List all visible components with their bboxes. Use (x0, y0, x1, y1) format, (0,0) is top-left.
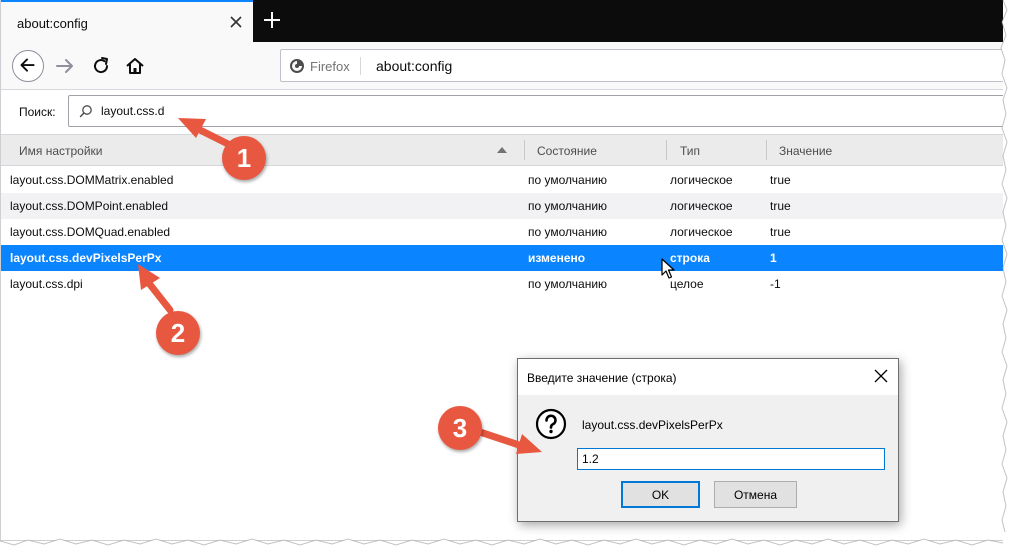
url-bar[interactable]: Firefox about:config (280, 49, 1003, 82)
question-icon (535, 408, 567, 440)
search-row: Поиск: layout.css.d (1, 90, 1003, 134)
column-header-name[interactable]: Имя настройки (19, 144, 103, 158)
pref-status: по умолчанию (528, 173, 608, 187)
dialog-title: Введите значение (строка) (527, 371, 677, 385)
callout-badge-2: 2 (156, 311, 200, 355)
pref-name: layout.css.DOMQuad.enabled (10, 225, 171, 239)
table-row[interactable]: layout.css.DOMPoint.enabled по умолчанию… (1, 193, 1003, 219)
back-arrow-icon (20, 58, 35, 72)
table-row[interactable]: layout.css.dpi по умолчанию целое -1 (1, 271, 1003, 297)
column-header-status[interactable]: Состояние (537, 144, 597, 158)
column-header-type[interactable]: Тип (680, 144, 700, 158)
torn-edge-bottom (0, 538, 1012, 559)
callout-badge-3: 3 (438, 406, 482, 450)
value-input[interactable] (577, 448, 885, 470)
column-divider[interactable] (766, 140, 767, 160)
table-header: Имя настройки Состояние Тип Значение (1, 134, 1003, 166)
close-icon[interactable] (872, 367, 890, 385)
pref-value: true (770, 199, 791, 213)
reload-icon[interactable] (89, 54, 113, 78)
pref-type: логическое (670, 225, 733, 239)
identity-label: Firefox (310, 58, 350, 74)
home-icon[interactable] (123, 54, 147, 78)
forward-arrow-icon[interactable] (53, 54, 77, 78)
back-button[interactable] (12, 50, 44, 82)
close-icon[interactable] (227, 13, 245, 31)
column-header-value[interactable]: Значение (779, 144, 832, 158)
pref-value: -1 (770, 277, 781, 291)
pref-name: layout.css.dpi (10, 277, 83, 291)
tab-about-config[interactable]: about:config (1, 0, 253, 42)
pref-type: логическое (670, 199, 733, 213)
table-row[interactable]: layout.css.DOMMatrix.enabled по умолчани… (1, 167, 1003, 193)
column-divider[interactable] (666, 140, 667, 160)
pref-value: true (770, 173, 791, 187)
pref-status: по умолчанию (528, 199, 608, 213)
sort-ascending-icon (497, 147, 507, 153)
pref-type: логическое (670, 173, 733, 187)
nav-bar: Firefox about:config (1, 42, 1003, 90)
tab-strip: about:config (1, 0, 1003, 42)
pref-status: по умолчанию (528, 277, 608, 291)
callout-badge-1: 1 (222, 136, 266, 180)
dialog-pref-name: layout.css.devPixelsPerPx (582, 418, 723, 432)
dialog-titlebar[interactable]: Введите значение (строка) (518, 359, 898, 395)
pref-status: изменено (528, 251, 586, 265)
pref-name: layout.css.DOMMatrix.enabled (10, 173, 174, 187)
pref-status: по умолчанию (528, 225, 608, 239)
search-icon (79, 105, 92, 118)
identity-box[interactable]: Firefox (289, 57, 361, 75)
tab-title: about:config (17, 16, 88, 31)
pref-type: целое (670, 277, 704, 291)
browser-window: about:config Firefox about:config Поиск:… (0, 0, 1003, 541)
plus-icon[interactable] (260, 8, 284, 32)
pref-name: layout.css.DOMPoint.enabled (10, 199, 169, 213)
search-label: Поиск: (19, 105, 56, 119)
column-divider[interactable] (524, 140, 525, 160)
table-row-selected[interactable]: layout.css.devPixelsPerPx изменено строк… (1, 245, 1003, 271)
pref-value: true (770, 225, 791, 239)
cursor-icon (661, 258, 675, 279)
value-dialog: Введите значение (строка) layout.css.dev… (517, 358, 899, 522)
preferences-list: layout.css.DOMMatrix.enabled по умолчани… (1, 167, 1003, 297)
pref-type: строка (670, 251, 710, 265)
torn-edge-right (1000, 0, 1012, 545)
cancel-button[interactable]: Отмена (714, 481, 797, 508)
table-row[interactable]: layout.css.DOMQuad.enabled по умолчанию … (1, 219, 1003, 245)
ok-button[interactable]: OK (621, 481, 700, 508)
url-text[interactable]: about:config (376, 58, 452, 74)
search-input[interactable]: layout.css.d (68, 95, 1003, 127)
pref-value: 1 (770, 251, 777, 265)
pref-name: layout.css.devPixelsPerPx (10, 251, 162, 265)
firefox-icon (290, 59, 304, 73)
search-value: layout.css.d (101, 104, 165, 118)
